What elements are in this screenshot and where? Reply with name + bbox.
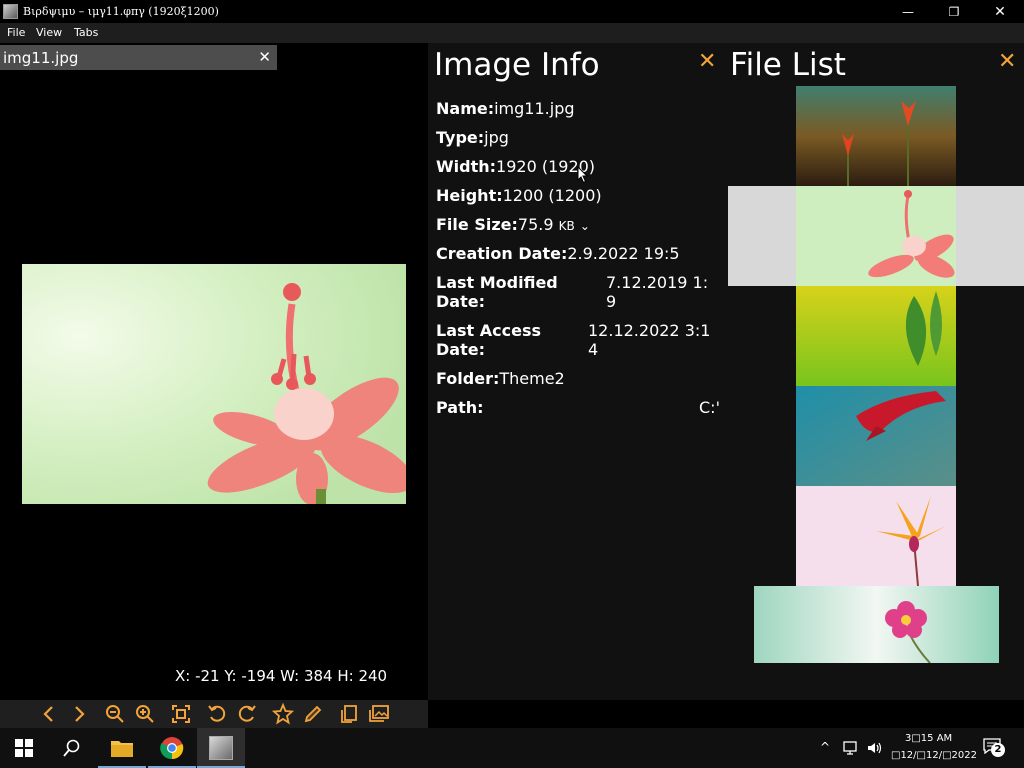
zoom-in-icon[interactable] xyxy=(134,703,156,725)
volume-icon[interactable] xyxy=(866,740,884,756)
thumbnail-5[interactable] xyxy=(796,486,956,586)
title-bar: Βιρδψιμυ – ιμγ11.φπγ (1920ξ1200) — ❐ ✕ xyxy=(0,0,1024,23)
thumbnail-6[interactable] xyxy=(754,586,999,663)
gallery-icon[interactable] xyxy=(368,703,390,725)
maximize-button[interactable]: ❐ xyxy=(931,0,977,23)
info-filesize-row: File Size:75.9 KB ⌄ xyxy=(436,215,590,234)
chevron-left-icon[interactable] xyxy=(38,703,60,725)
cursor-icon xyxy=(577,166,589,184)
window-title: Βιρδψιμυ – ιμγ11.φπγ (1920ξ1200) xyxy=(23,5,219,18)
folder-icon xyxy=(111,741,133,757)
image-info-title: Image Info xyxy=(434,47,600,83)
chevron-down-icon[interactable]: ⌄ xyxy=(580,219,590,233)
info-created-row: Creation Date:2.9.2022 19:5 xyxy=(436,244,680,263)
info-close-icon[interactable]: ✕ xyxy=(698,49,716,74)
fit-screen-icon[interactable] xyxy=(170,703,192,725)
menu-file[interactable]: File xyxy=(7,26,25,39)
info-type-row: Type:jpg xyxy=(436,128,509,147)
image-info-panel: Image Info ✕ Name:img11.jpg Type:jpg Wid… xyxy=(428,43,726,700)
info-width-row: Width:1920 (1920) xyxy=(436,157,596,176)
file-list-title: File List xyxy=(730,47,846,83)
chrome-button[interactable] xyxy=(148,728,196,768)
tab-label: img11.jpg xyxy=(3,49,79,67)
chevron-right-icon[interactable] xyxy=(68,703,90,725)
close-window-button[interactable]: ✕ xyxy=(977,0,1023,23)
info-path-row: Path: xyxy=(436,398,484,417)
copy-icon[interactable] xyxy=(338,703,360,725)
info-access-label: Last Access Date: xyxy=(436,321,541,359)
displayed-image xyxy=(22,264,406,504)
info-height-row: Height:1200 (1200) xyxy=(436,186,602,205)
file-explorer-button[interactable] xyxy=(98,728,146,768)
star-icon[interactable] xyxy=(271,702,295,725)
windows-icon xyxy=(15,739,33,757)
info-folder-row: Folder:Theme2 xyxy=(436,369,565,388)
info-modified-value: 7.12.2019 1: 9 xyxy=(606,273,709,311)
viewer-app-icon xyxy=(209,736,233,760)
image-viewer-task-button[interactable] xyxy=(197,728,245,768)
viewer-toolbar xyxy=(0,700,428,728)
file-list-panel: File List ✕ xyxy=(726,43,1024,700)
size-unit-dropdown[interactable]: KB xyxy=(559,219,575,233)
start-button[interactable] xyxy=(0,728,48,768)
info-modified-label: Last Modified Date: xyxy=(436,273,558,311)
thumbnail-2[interactable] xyxy=(796,186,956,286)
image-viewer[interactable]: img11.jpg ✕ X: -21 Y: -194 W: 384 H: 240 xyxy=(0,43,428,700)
file-list-close-icon[interactable]: ✕ xyxy=(998,49,1016,74)
thumbnail-3[interactable] xyxy=(796,286,956,386)
taskbar: ^ 3□15 AM □12/□12/□2022 2 xyxy=(0,728,1024,768)
thumbnail-1[interactable] xyxy=(796,86,956,186)
notification-center-icon[interactable]: 2 xyxy=(983,738,1005,757)
menu-tabs[interactable]: Tabs xyxy=(74,26,98,39)
info-access-value: 12.12.2022 3:1 4 xyxy=(588,321,711,359)
network-icon[interactable] xyxy=(843,740,861,756)
search-icon xyxy=(63,739,80,757)
rotate-left-icon[interactable] xyxy=(206,703,228,725)
minimize-button[interactable]: — xyxy=(885,0,931,23)
clock-time[interactable]: 3□15 AM xyxy=(905,733,952,744)
menu-bar: File View Tabs xyxy=(0,23,1024,43)
thumbnail-4[interactable] xyxy=(796,386,956,486)
clock-date[interactable]: □12/□12/□2022 xyxy=(891,750,977,761)
tab-close-icon[interactable]: ✕ xyxy=(258,48,271,66)
zoom-out-icon[interactable] xyxy=(104,703,126,725)
notification-badge: 2 xyxy=(991,743,1005,757)
chevron-up-icon[interactable]: ^ xyxy=(820,740,830,754)
info-name-row: Name:img11.jpg xyxy=(436,99,575,118)
rotate-right-icon[interactable] xyxy=(236,703,258,725)
tab-img11[interactable]: img11.jpg ✕ xyxy=(0,45,277,70)
menu-view[interactable]: View xyxy=(36,26,62,39)
search-button[interactable] xyxy=(48,728,96,768)
chrome-icon xyxy=(160,737,184,760)
app-icon xyxy=(3,4,18,19)
coordinates-readout: X: -21 Y: -194 W: 384 H: 240 xyxy=(175,667,388,685)
edit-icon[interactable] xyxy=(302,703,324,725)
info-path-value: C:' xyxy=(699,398,720,417)
